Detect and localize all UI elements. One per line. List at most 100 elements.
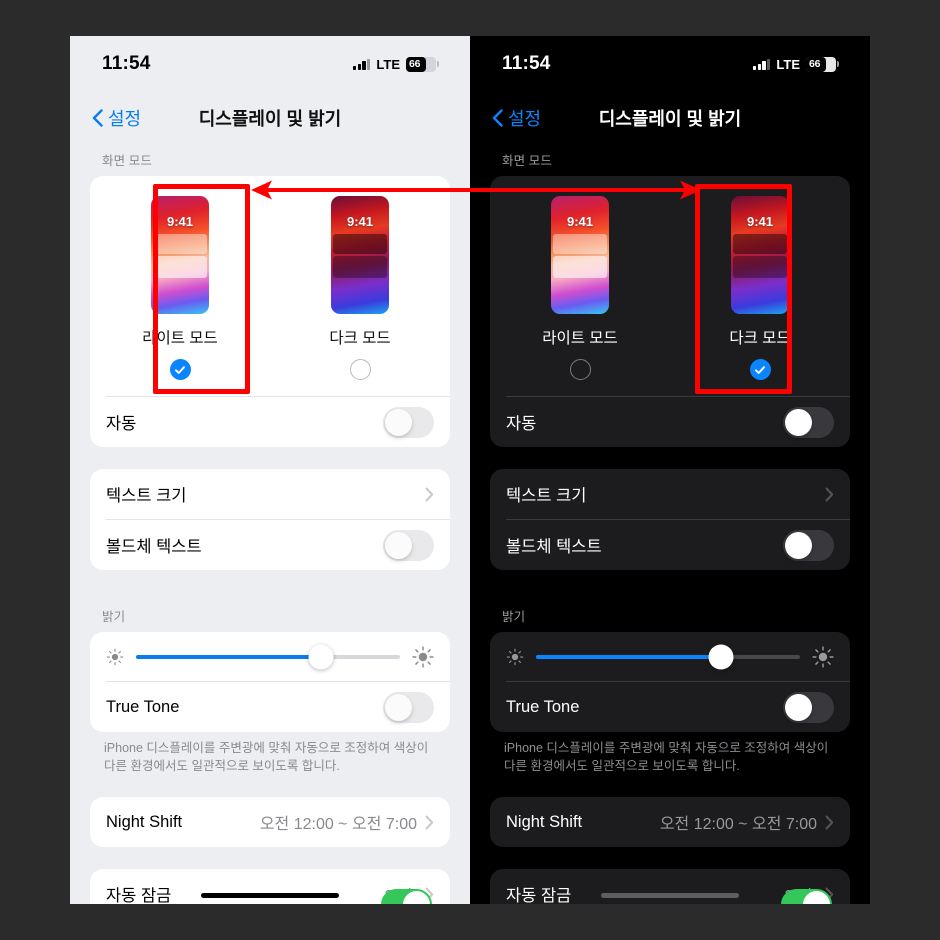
light-mode-radio[interactable]	[569, 359, 591, 380]
true-tone-label: True Tone	[106, 697, 180, 716]
settings-content-light: 화면 모드 9:41 라이트 모드 9:41 다크 모드 자동 텍스트 크기 볼…	[70, 144, 470, 904]
chevron-right-icon	[825, 487, 834, 501]
night-shift-label: Night Shift	[106, 812, 183, 831]
battery-percent: 66	[809, 58, 821, 70]
night-shift-card: Night Shift 오전 12:00 ~ 오전 7:00	[490, 797, 850, 848]
row-bold-text[interactable]: 볼드체 텍스트	[90, 520, 450, 570]
sun-large-icon	[412, 646, 434, 668]
light-mode-preview: 9:41	[151, 196, 209, 314]
back-button[interactable]: 설정	[492, 105, 541, 131]
screenshot-stage: 11:54 LTE 66 설정 디스플레이 및 밝기 화면 모드 9:41 라이…	[0, 0, 940, 940]
row-night-shift[interactable]: Night Shift 오전 12:00 ~ 오전 7:00	[90, 797, 450, 847]
brightness-section-header: 밝기	[102, 610, 126, 624]
bold-text-toggle[interactable]	[783, 529, 834, 561]
night-shift-card: Night Shift 오전 12:00 ~ 오전 7:00	[90, 797, 450, 848]
night-shift-label: Night Shift	[506, 812, 583, 831]
carrier-label: LTE	[776, 56, 800, 72]
status-time: 11:54	[102, 53, 151, 74]
appearance-option-light[interactable]: 9:41 라이트 모드	[90, 190, 270, 388]
auto-label: 자동	[106, 415, 137, 433]
back-button[interactable]: 설정	[92, 105, 141, 131]
light-mode-label: 라이트 모드	[542, 330, 618, 347]
appearance-option-light[interactable]: 9:41 라이트 모드	[490, 190, 670, 388]
appearance-options: 9:41 라이트 모드 9:41 다크 모드	[490, 176, 850, 396]
check-icon	[755, 365, 765, 374]
appearance-card: 9:41 라이트 모드 9:41 다크 모드 자동	[90, 176, 450, 447]
true-tone-toggle[interactable]	[783, 691, 834, 723]
dark-mode-radio[interactable]	[349, 359, 371, 380]
chevron-right-icon	[825, 815, 834, 830]
auto-lock-label: 자동 잠금	[106, 887, 172, 904]
row-true-tone[interactable]: True Tone	[490, 682, 850, 732]
row-auto[interactable]: 자동	[490, 397, 850, 447]
bold-text-label: 볼드체 텍스트	[506, 538, 602, 556]
row-night-shift[interactable]: Night Shift 오전 12:00 ~ 오전 7:00	[490, 797, 850, 847]
nav-bar-light: 설정 디스플레이 및 밝기	[70, 92, 470, 144]
row-text-size[interactable]: 텍스트 크기	[490, 469, 850, 519]
row-true-tone[interactable]: True Tone	[90, 682, 450, 732]
chevron-right-icon	[425, 487, 434, 501]
text-size-label: 텍스트 크기	[506, 487, 587, 505]
dark-mode-preview: 9:41	[331, 196, 389, 314]
text-card: 텍스트 크기 볼드체 텍스트	[490, 469, 850, 570]
chevron-left-icon	[492, 109, 503, 127]
home-indicator	[201, 893, 339, 898]
back-label: 설정	[508, 109, 542, 129]
light-mode-label: 라이트 모드	[142, 330, 218, 347]
sun-large-icon	[812, 646, 834, 668]
signal-bars-icon	[352, 58, 371, 70]
status-indicators: LTE 66	[352, 56, 439, 72]
brightness-track[interactable]	[536, 644, 800, 670]
dark-mode-label: 다크 모드	[329, 330, 391, 347]
appearance-section-header: 화면 모드	[502, 154, 552, 168]
chevron-left-icon	[92, 109, 103, 127]
carrier-label: LTE	[376, 56, 400, 72]
row-bold-text[interactable]: 볼드체 텍스트	[490, 520, 850, 570]
chevron-right-icon	[425, 815, 434, 830]
preview-time-dark: 9:41	[346, 214, 374, 229]
settings-content-dark: 화면 모드 9:41 라이트 모드 9:41 다크 모드 자동 텍스트 크기 볼…	[470, 144, 870, 904]
auto-lock-label: 자동 잠금	[506, 887, 572, 904]
dark-mode-label: 다크 모드	[729, 330, 791, 347]
brightness-slider-row[interactable]	[490, 632, 850, 681]
status-indicators: LTE 66	[752, 56, 839, 72]
status-bar-dark: 11:54 LTE 66	[470, 36, 870, 92]
back-label: 설정	[108, 109, 142, 129]
preview-time-light: 9:41	[566, 214, 594, 229]
row-text-size[interactable]: 텍스트 크기	[90, 469, 450, 519]
appearance-section-header: 화면 모드	[102, 154, 152, 168]
phone-screenshot-dark: 11:54 LTE 66 설정 디스플레이 및 밝기 화면 모드 9:41 라이…	[470, 36, 870, 904]
auto-toggle[interactable]	[783, 406, 834, 438]
text-card: 텍스트 크기 볼드체 텍스트	[90, 469, 450, 570]
home-indicator	[601, 893, 739, 898]
auto-toggle[interactable]	[383, 406, 434, 438]
true-tone-toggle[interactable]	[383, 691, 434, 723]
row-auto[interactable]: 자동	[90, 397, 450, 447]
brightness-slider-row[interactable]	[90, 632, 450, 681]
check-icon	[175, 365, 185, 374]
screen-light: 11:54 LTE 66 설정 디스플레이 및 밝기 화면 모드 9:41 라이…	[70, 36, 470, 904]
true-tone-note: iPhone 디스플레이를 주변광에 맞춰 자동으로 조정하여 색상이 다른 환…	[104, 741, 429, 774]
battery-icon: 66	[406, 56, 439, 72]
light-mode-preview: 9:41	[551, 196, 609, 314]
appearance-option-dark[interactable]: 9:41 다크 모드	[670, 190, 850, 388]
preview-time-dark: 9:41	[746, 214, 774, 229]
brightness-section-header: 밝기	[502, 610, 526, 624]
screen-dark: 11:54 LTE 66 설정 디스플레이 및 밝기 화면 모드 9:41 라이…	[470, 36, 870, 904]
brightness-card: True Tone	[490, 632, 850, 732]
dark-mode-preview: 9:41	[731, 196, 789, 314]
bold-text-label: 볼드체 텍스트	[106, 538, 202, 556]
phone-screenshot-light: 11:54 LTE 66 설정 디스플레이 및 밝기 화면 모드 9:41 라이…	[70, 36, 470, 904]
appearance-option-dark[interactable]: 9:41 다크 모드	[270, 190, 450, 388]
brightness-track[interactable]	[136, 644, 400, 670]
nav-bar-dark: 설정 디스플레이 및 밝기	[470, 92, 870, 144]
dark-mode-radio-selected[interactable]	[749, 359, 771, 380]
bold-text-toggle[interactable]	[383, 529, 434, 561]
appearance-options: 9:41 라이트 모드 9:41 다크 모드	[90, 176, 450, 396]
partial-green-toggle[interactable]	[781, 889, 832, 904]
sun-small-icon	[106, 648, 124, 666]
battery-icon: 66	[806, 56, 839, 72]
appearance-card: 9:41 라이트 모드 9:41 다크 모드 자동	[490, 176, 850, 447]
light-mode-radio-selected[interactable]	[169, 359, 191, 380]
partial-green-toggle[interactable]	[381, 889, 432, 904]
